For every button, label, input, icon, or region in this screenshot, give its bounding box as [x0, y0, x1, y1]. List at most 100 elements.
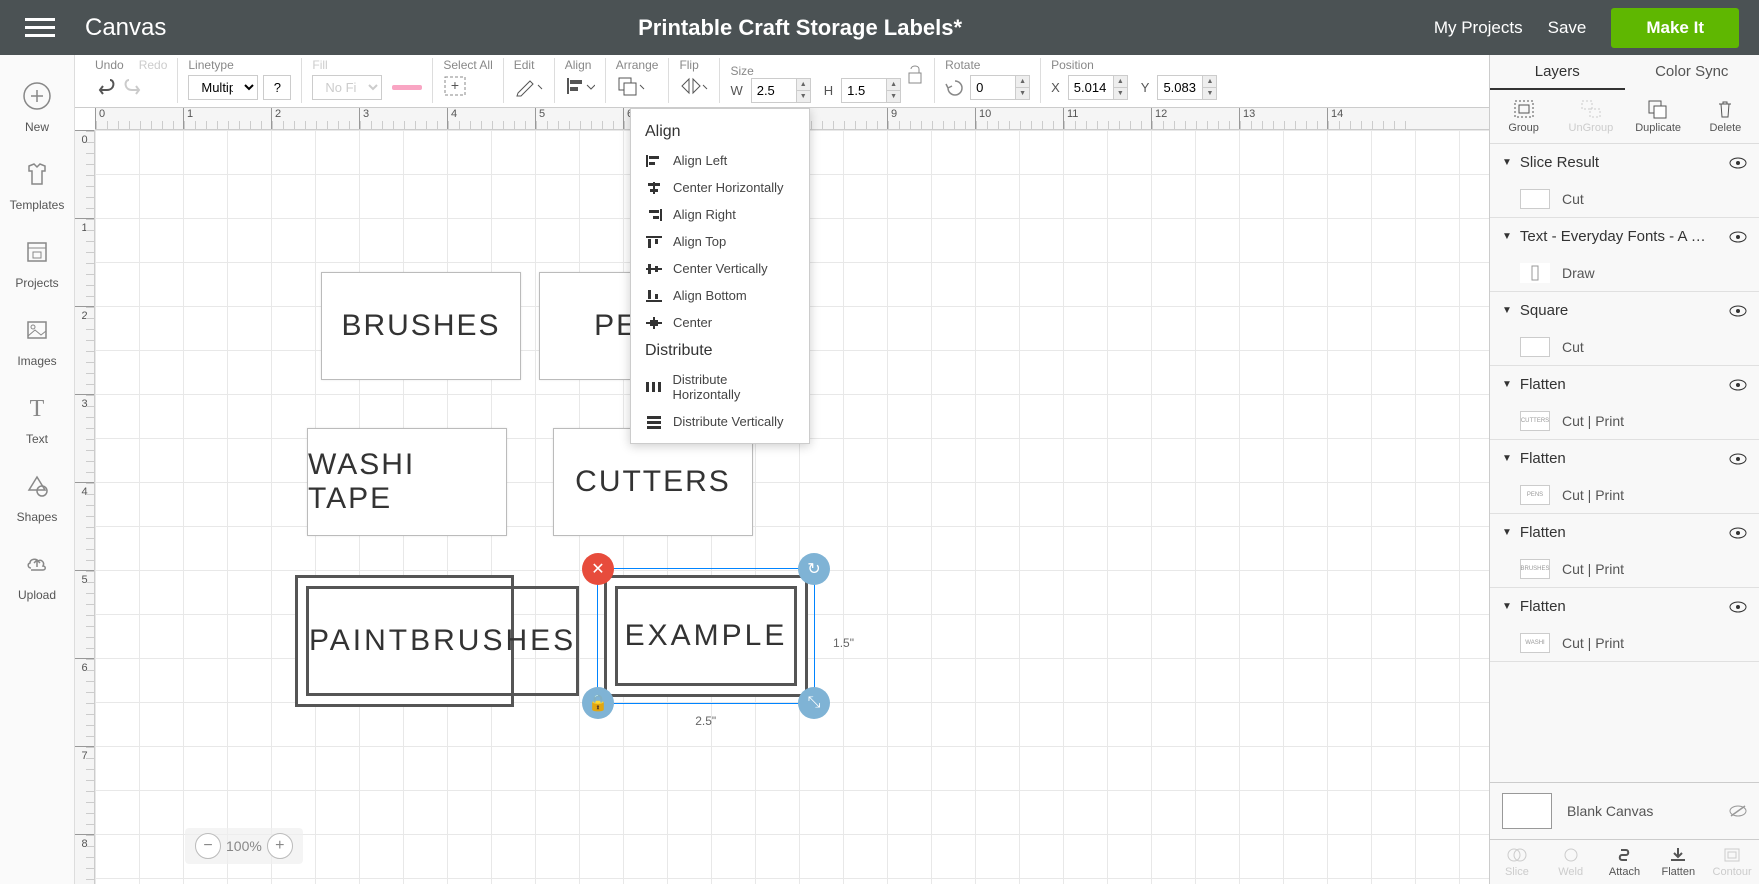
save-link[interactable]: Save — [1548, 18, 1587, 38]
layer-text[interactable]: ▼Text - Everyday Fonts - A … — [1490, 218, 1759, 255]
shirt-icon — [23, 160, 51, 188]
make-it-button[interactable]: Make It — [1611, 8, 1739, 48]
app-header: Canvas Printable Craft Storage Labels* M… — [0, 0, 1759, 55]
projects-icon — [23, 238, 51, 266]
align-dropdown: Align Align Left Center Horizontally Ali… — [630, 108, 810, 444]
zoom-in-button[interactable]: + — [267, 833, 293, 859]
linetype-help-button[interactable]: ? — [263, 75, 291, 100]
text-icon: T — [23, 394, 51, 422]
blank-canvas-thumb — [1502, 793, 1552, 829]
eye-icon[interactable] — [1729, 379, 1747, 391]
layer-square-child[interactable]: Cut — [1490, 329, 1759, 365]
delete-button[interactable]: Delete — [1692, 95, 1759, 138]
canvas-area[interactable]: 01234567891011121314 012345678 BRUSHES P… — [75, 108, 1489, 884]
left-rail: New Templates Projects Images T Text Sha… — [0, 55, 75, 884]
center-vertical-item[interactable]: Center Vertically — [631, 255, 809, 282]
tab-colorsync[interactable]: Color Sync — [1625, 55, 1759, 90]
right-panel: Layers Color Sync Group UnGroup Duplicat… — [1489, 55, 1759, 884]
slice-button[interactable]: Slice — [1490, 840, 1544, 884]
layer-slice-child[interactable]: Cut — [1490, 181, 1759, 217]
resize-handle[interactable]: ⤡ — [798, 687, 830, 719]
images-button[interactable]: Images — [0, 304, 74, 382]
group-button[interactable]: Group — [1490, 95, 1557, 138]
layer-flatten-1-child[interactable]: CUTTERSCut | Print — [1490, 403, 1759, 439]
tab-layers[interactable]: Layers — [1490, 55, 1625, 90]
layer-flatten-4[interactable]: ▼Flatten — [1490, 588, 1759, 625]
toolbar: Undo Redo Linetype Multiple ? Fill No Fi — [75, 55, 1489, 108]
document-title[interactable]: Printable Craft Storage Labels* — [166, 15, 1433, 41]
layer-flatten-4-child[interactable]: WASHICut | Print — [1490, 625, 1759, 661]
zoom-value: 100% — [226, 838, 262, 854]
duplicate-button[interactable]: Duplicate — [1625, 95, 1692, 138]
layer-flatten-1[interactable]: ▼Flatten — [1490, 366, 1759, 403]
label-brushes[interactable]: BRUSHES — [321, 272, 521, 380]
shapes-button[interactable]: Shapes — [0, 460, 74, 538]
eye-icon[interactable] — [1729, 157, 1747, 169]
redo-icon[interactable] — [122, 75, 144, 95]
ungroup-button[interactable]: UnGroup — [1557, 95, 1624, 138]
arrange-icon[interactable] — [616, 75, 646, 97]
fill-select[interactable]: No Fill — [312, 75, 382, 100]
align-top-item[interactable]: Align Top — [631, 228, 809, 255]
new-button[interactable]: New — [0, 70, 74, 148]
linetype-select[interactable]: Multiple — [188, 75, 258, 100]
eye-off-icon[interactable] — [1729, 805, 1747, 817]
contour-button[interactable]: Contour — [1705, 840, 1759, 884]
layer-text-child[interactable]: Draw — [1490, 255, 1759, 291]
center-item[interactable]: Center — [631, 309, 809, 336]
select-all-icon[interactable]: + — [443, 75, 467, 97]
menu-icon[interactable] — [20, 8, 60, 47]
undo-icon[interactable] — [95, 75, 117, 95]
my-projects-link[interactable]: My Projects — [1434, 18, 1523, 38]
eye-icon[interactable] — [1729, 601, 1747, 613]
flatten-button[interactable]: Flatten — [1651, 840, 1705, 884]
attach-button[interactable]: Attach — [1598, 840, 1652, 884]
text-button[interactable]: T Text — [0, 382, 74, 460]
zoom-controls: − 100% + — [185, 828, 303, 864]
center-horizontal-item[interactable]: Center Horizontally — [631, 174, 809, 201]
label-washi[interactable]: WASHI TAPE — [307, 428, 507, 536]
image-icon — [23, 316, 51, 344]
label-paintbrushes[interactable]: PAINTBRUSHES — [295, 575, 514, 707]
layer-flatten-2[interactable]: ▼Flatten — [1490, 440, 1759, 477]
selection-box[interactable]: EXAMPLE ✕ ↻ 🔒 ⤡ 1.5" 2.5" — [597, 568, 815, 704]
blank-canvas-row[interactable]: Blank Canvas — [1490, 782, 1759, 839]
eye-icon[interactable] — [1729, 305, 1747, 317]
align-left-item[interactable]: Align Left — [631, 147, 809, 174]
svg-text:T: T — [30, 396, 45, 422]
plus-circle-icon — [23, 82, 51, 110]
delete-handle[interactable]: ✕ — [582, 553, 614, 585]
upload-icon — [23, 550, 51, 578]
eye-icon[interactable] — [1729, 453, 1747, 465]
layer-slice-result[interactable]: ▼Slice Result — [1490, 144, 1759, 181]
align-right-item[interactable]: Align Right — [631, 201, 809, 228]
upload-button[interactable]: Upload — [0, 538, 74, 616]
dim-height-label: 1.5" — [833, 636, 854, 650]
lock-aspect-icon[interactable] — [906, 61, 924, 101]
rotate-handle[interactable]: ↻ — [798, 553, 830, 585]
templates-button[interactable]: Templates — [0, 148, 74, 226]
rotate-icon — [945, 78, 965, 98]
layer-flatten-3-child[interactable]: BRUSHESCut | Print — [1490, 551, 1759, 587]
eye-icon[interactable] — [1729, 527, 1747, 539]
edit-icon[interactable] — [514, 75, 544, 97]
align-icon[interactable] — [565, 75, 595, 97]
eye-icon[interactable] — [1729, 231, 1747, 243]
app-title: Canvas — [85, 14, 166, 42]
zoom-out-button[interactable]: − — [195, 833, 221, 859]
projects-button[interactable]: Projects — [0, 226, 74, 304]
line-color-swatch[interactable] — [392, 85, 422, 90]
distribute-horizontal-item[interactable]: Distribute Horizontally — [631, 366, 809, 408]
align-bottom-item[interactable]: Align Bottom — [631, 282, 809, 309]
shapes-icon — [23, 472, 51, 500]
layer-flatten-2-child[interactable]: PENSCut | Print — [1490, 477, 1759, 513]
layer-flatten-3[interactable]: ▼Flatten — [1490, 514, 1759, 551]
ruler-vertical: 012345678 — [75, 130, 95, 884]
weld-button[interactable]: Weld — [1544, 840, 1598, 884]
layer-square[interactable]: ▼Square — [1490, 292, 1759, 329]
distribute-vertical-item[interactable]: Distribute Vertically — [631, 408, 809, 435]
flip-icon[interactable] — [679, 75, 709, 97]
lock-handle[interactable]: 🔒 — [582, 687, 614, 719]
dim-width-label: 2.5" — [695, 714, 716, 728]
label-cutters[interactable]: CUTTERS — [553, 428, 753, 536]
